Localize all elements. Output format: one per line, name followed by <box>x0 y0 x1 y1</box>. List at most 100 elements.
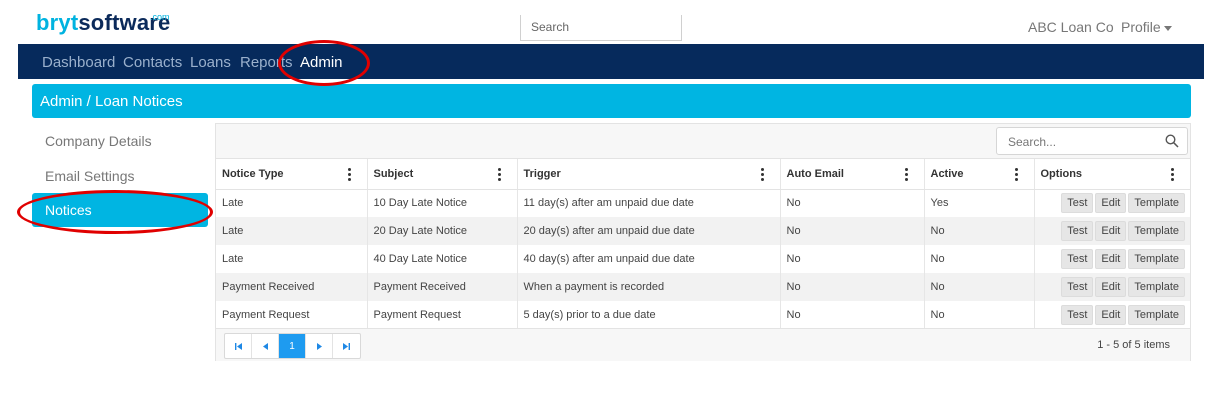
col-header-auto-email[interactable]: Auto Email <box>780 159 925 190</box>
grid-search-placeholder: Search... <box>1008 135 1057 149</box>
kebab-menu-icon[interactable] <box>1014 168 1018 181</box>
cell-options: Test Edit Template <box>1034 273 1190 301</box>
cell-notice-type: Late <box>216 217 368 245</box>
grid-toolbar: Search... <box>216 124 1190 159</box>
col-label: Options <box>1040 167 1083 180</box>
test-button[interactable]: Test <box>1061 305 1094 325</box>
cell-auto-email: No <box>780 189 925 217</box>
profile-label: Profile <box>1121 19 1161 35</box>
cell-trigger: 20 day(s) after am unpaid due date <box>517 217 781 245</box>
cell-subject: 40 Day Late Notice <box>367 245 518 273</box>
cell-subject: 10 Day Late Notice <box>367 189 518 217</box>
nav-loans[interactable]: Loans <box>190 54 231 71</box>
breadcrumb-bar: Admin / Loan Notices <box>32 84 1191 118</box>
col-label: Active <box>930 167 964 180</box>
cell-active: No <box>924 245 1035 273</box>
logo-part-bryt: bryt <box>36 10 79 35</box>
cell-subject: 20 Day Late Notice <box>367 217 518 245</box>
cell-auto-email: No <box>780 273 925 301</box>
caret-down-icon <box>1163 25 1172 31</box>
notices-grid: Search... Notice Type Subject Trigger Au… <box>215 123 1191 361</box>
col-header-notice-type[interactable]: Notice Type <box>216 159 368 190</box>
col-header-trigger[interactable]: Trigger <box>517 159 781 190</box>
template-button[interactable]: Template <box>1128 249 1185 269</box>
pager-info: 1 - 5 of 5 items <box>1097 339 1170 351</box>
col-label: Auto Email <box>786 167 844 180</box>
test-button[interactable]: Test <box>1061 221 1094 241</box>
nav-reports[interactable]: Reports <box>240 54 293 71</box>
col-label: Notice Type <box>222 167 284 180</box>
first-page-icon[interactable] <box>225 334 252 358</box>
col-header-active[interactable]: Active <box>924 159 1035 190</box>
cell-active: No <box>924 301 1035 329</box>
table-row[interactable]: Payment Request Payment Request 5 day(s)… <box>216 301 1190 329</box>
cell-trigger: When a payment is recorded <box>517 273 781 301</box>
logo-suffix: .com <box>150 12 170 22</box>
kebab-menu-icon[interactable] <box>904 168 908 181</box>
cell-notice-type: Late <box>216 245 368 273</box>
edit-button[interactable]: Edit <box>1095 221 1127 241</box>
cell-trigger: 40 day(s) after am unpaid due date <box>517 245 781 273</box>
col-label: Subject <box>373 167 414 180</box>
edit-button[interactable]: Edit <box>1095 277 1127 297</box>
cell-subject: Payment Request <box>367 301 518 329</box>
col-label: Trigger <box>523 167 561 180</box>
next-page-icon[interactable] <box>306 334 333 358</box>
page-number-button[interactable]: 1 <box>279 334 306 358</box>
template-button[interactable]: Template <box>1128 221 1185 241</box>
test-button[interactable]: Test <box>1061 277 1094 297</box>
cell-auto-email: No <box>780 217 925 245</box>
cell-trigger: 11 day(s) after am unpaid due date <box>517 189 781 217</box>
table-header-row: Notice Type Subject Trigger Auto Email A… <box>216 159 1190 190</box>
last-page-icon[interactable] <box>333 334 360 358</box>
global-search-input[interactable]: Search <box>520 15 682 41</box>
table-row[interactable]: Late 20 Day Late Notice 20 day(s) after … <box>216 217 1190 245</box>
cell-active: Yes <box>924 189 1035 217</box>
template-button[interactable]: Template <box>1128 193 1185 214</box>
kebab-menu-icon[interactable] <box>760 168 764 181</box>
nav-admin[interactable]: Admin <box>300 54 343 71</box>
cell-notice-type: Payment Request <box>216 301 368 329</box>
col-header-subject[interactable]: Subject <box>367 159 518 190</box>
edit-button[interactable]: Edit <box>1095 249 1127 269</box>
cell-trigger: 5 day(s) prior to a due date <box>517 301 781 329</box>
cell-options: Test Edit Template <box>1034 189 1190 217</box>
breadcrumb: Admin / Loan Notices <box>40 93 183 110</box>
cell-auto-email: No <box>780 245 925 273</box>
sidebar-item-email-settings[interactable]: Email Settings <box>32 159 208 193</box>
grid-search-input[interactable]: Search... <box>996 127 1188 155</box>
cell-options: Test Edit Template <box>1034 245 1190 273</box>
col-header-options[interactable]: Options <box>1034 159 1190 190</box>
kebab-menu-icon[interactable] <box>497 168 501 181</box>
table-row[interactable]: Late 40 Day Late Notice 40 day(s) after … <box>216 245 1190 273</box>
cell-notice-type: Payment Received <box>216 273 368 301</box>
cell-subject: Payment Received <box>367 273 518 301</box>
pager-bar: 1 1 - 5 of 5 items <box>216 328 1190 361</box>
company-name[interactable]: ABC Loan Co <box>1028 19 1114 35</box>
nav-contacts[interactable]: Contacts <box>123 54 182 71</box>
template-button[interactable]: Template <box>1128 277 1185 297</box>
cell-notice-type: Late <box>216 189 368 217</box>
top-bar: brytsoftware .com Search ABC Loan Co Pro… <box>0 0 1217 44</box>
table-row[interactable]: Late 10 Day Late Notice 11 day(s) after … <box>216 189 1190 217</box>
notices-table: Notice Type Subject Trigger Auto Email A… <box>216 159 1190 329</box>
cell-options: Test Edit Template <box>1034 301 1190 329</box>
edit-button[interactable]: Edit <box>1095 193 1127 214</box>
test-button[interactable]: Test <box>1061 193 1094 214</box>
cell-active: No <box>924 273 1035 301</box>
nav-dashboard[interactable]: Dashboard <box>42 54 115 71</box>
cell-options: Test Edit Template <box>1034 217 1190 245</box>
sidebar-item-notices[interactable]: Notices <box>32 193 208 227</box>
profile-menu[interactable]: Profile <box>1121 19 1172 35</box>
template-button[interactable]: Template <box>1128 305 1185 325</box>
kebab-menu-icon[interactable] <box>347 168 351 181</box>
search-icon[interactable] <box>1165 134 1179 148</box>
kebab-menu-icon[interactable] <box>1171 168 1174 181</box>
sidebar-item-company-details[interactable]: Company Details <box>32 124 208 158</box>
cell-active: No <box>924 217 1035 245</box>
test-button[interactable]: Test <box>1061 249 1094 269</box>
main-nav: Dashboard Contacts Loans Reports Admin <box>18 44 1204 79</box>
edit-button[interactable]: Edit <box>1095 305 1127 325</box>
prev-page-icon[interactable] <box>252 334 279 358</box>
table-row[interactable]: Payment Received Payment Received When a… <box>216 273 1190 301</box>
